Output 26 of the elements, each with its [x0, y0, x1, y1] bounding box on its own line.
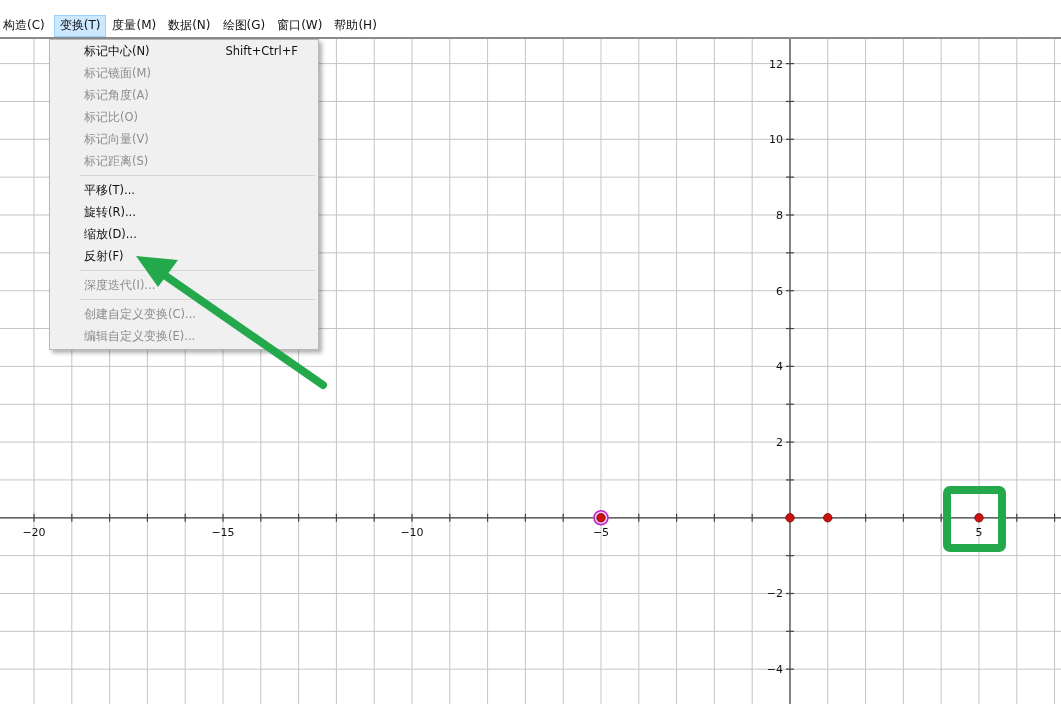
axis-label: 12 — [769, 57, 783, 71]
menu-item[interactable]: 度量(M) — [109, 15, 163, 37]
axis-label: −15 — [211, 525, 235, 539]
axis-label: −10 — [400, 525, 424, 539]
menu-option[interactable]: 平移(T)... — [50, 179, 318, 201]
menu-option[interactable]: 标记中心(N) Shift+Ctrl+F — [50, 40, 318, 62]
axis-label: 4 — [776, 360, 783, 374]
menu-item[interactable]: 窗口(W) — [274, 15, 329, 37]
axis-label: 2 — [776, 436, 783, 450]
menu-item[interactable]: 构造(C) — [0, 15, 51, 37]
menu-option[interactable]: 缩放(D)... — [50, 223, 318, 245]
menu-option[interactable]: 反射(F) — [50, 245, 318, 267]
menu-option[interactable]: 旋转(R)... — [50, 201, 318, 223]
menu-item[interactable]: 数据(N) — [165, 15, 217, 37]
axis-label: 8 — [776, 209, 783, 222]
menu-item[interactable]: 帮助(H) — [331, 15, 383, 37]
axis-label: 6 — [776, 284, 783, 298]
axis-label: 5 — [975, 525, 983, 539]
axis-label: −4 — [766, 663, 783, 677]
axis-label: −20 — [22, 525, 46, 539]
axis-label: −5 — [592, 525, 610, 539]
axis-label: 10 — [769, 133, 783, 147]
menu-item[interactable]: 变换(T) — [53, 15, 107, 37]
axis-label: −2 — [766, 587, 783, 601]
menu-item[interactable]: 绘图(G) — [219, 15, 272, 37]
highlight-box — [943, 486, 1006, 552]
